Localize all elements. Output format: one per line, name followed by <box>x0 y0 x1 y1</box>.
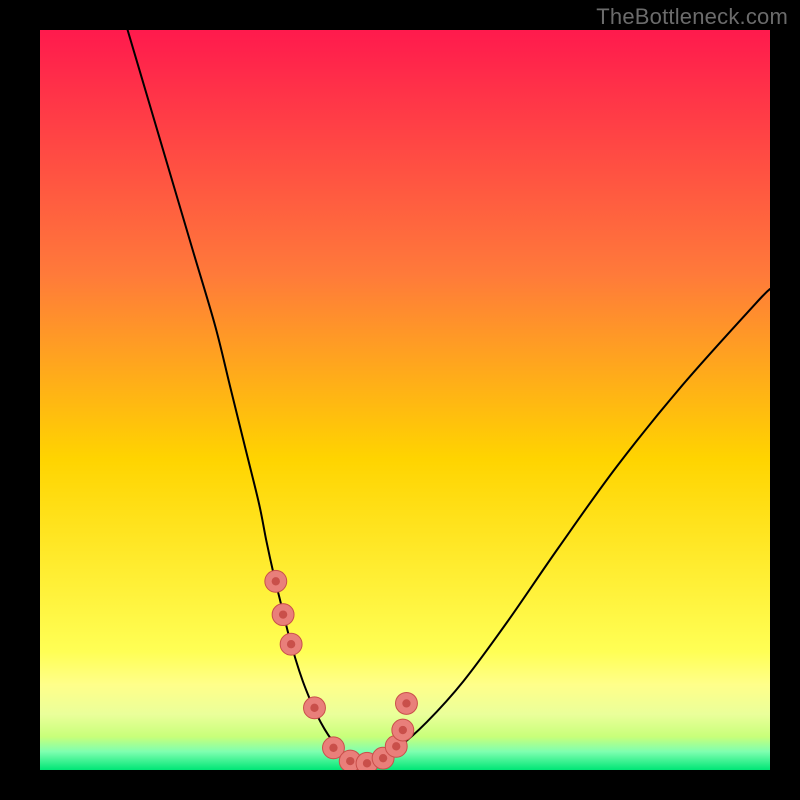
marker-dot-inner <box>310 704 318 712</box>
marker-dot-inner <box>272 577 280 585</box>
marker-dot-inner <box>399 726 407 734</box>
marker-dot-inner <box>329 744 337 752</box>
marker-dot-inner <box>287 640 295 648</box>
plot-area <box>40 30 770 770</box>
marker-dot-inner <box>346 757 354 765</box>
marker-dot-inner <box>402 699 410 707</box>
chart-frame: TheBottleneck.com <box>0 0 800 800</box>
gradient-background <box>40 30 770 770</box>
marker-dot-inner <box>279 610 287 618</box>
watermark-text: TheBottleneck.com <box>596 4 788 30</box>
marker-dot-inner <box>363 759 371 767</box>
marker-dot-inner <box>379 754 387 762</box>
plot-svg <box>40 30 770 770</box>
marker-dot-inner <box>392 742 400 750</box>
